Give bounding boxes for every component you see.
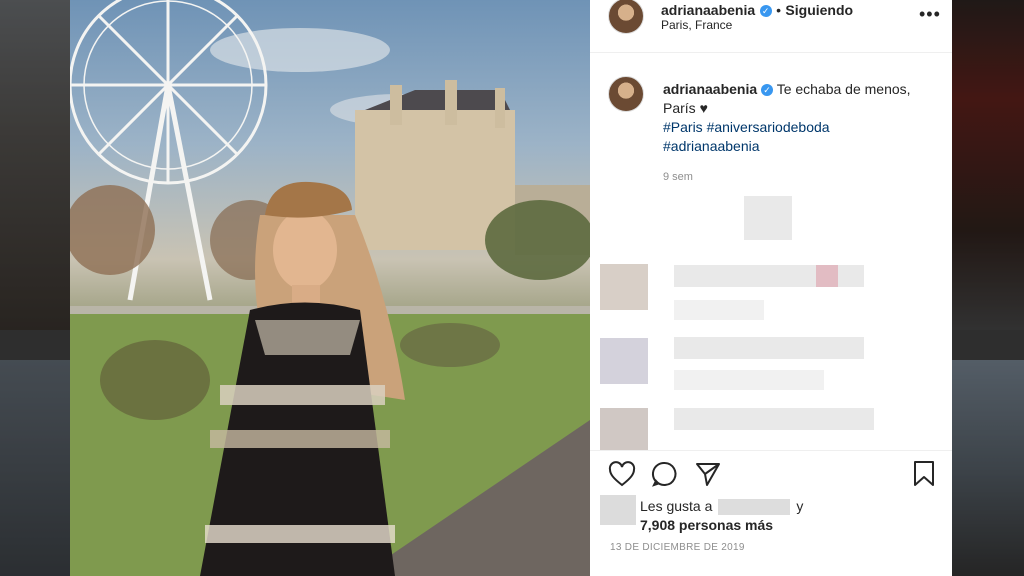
likes-and: y	[796, 498, 804, 514]
verified-badge-icon: ✓	[759, 4, 772, 17]
post-photo[interactable]	[70, 0, 590, 576]
hashtag-link[interactable]: #adrianaabenia	[663, 138, 760, 154]
verified-badge-icon: ✓	[761, 84, 774, 97]
caption: adrianaabenia ✓ Te echaba de menos, Parí…	[663, 80, 933, 156]
comment-avatar[interactable]	[600, 408, 648, 450]
hashtag-link[interactable]: #Paris	[663, 119, 703, 135]
comment-row	[674, 370, 824, 390]
bookmark-icon[interactable]	[912, 460, 936, 488]
likes-count[interactable]: 7,908 personas más	[640, 517, 773, 533]
comment-row	[674, 408, 874, 430]
likes-prefix: Les gusta a	[640, 498, 713, 514]
post-detail-panel: adrianaabenia ✓ • Siguiendo Paris, Franc…	[590, 0, 952, 576]
post-date: 13 DE DICIEMBRE DE 2019	[610, 542, 745, 553]
comment-row	[674, 300, 764, 320]
blurred-username	[718, 499, 791, 516]
location-link[interactable]: Paris, France	[661, 18, 732, 32]
liker-avatar[interactable]	[600, 495, 636, 525]
separator: •	[776, 2, 781, 18]
following-button[interactable]: Siguiendo	[785, 2, 853, 18]
action-bar	[590, 450, 952, 497]
blurred-content	[816, 265, 838, 287]
blurred-content	[744, 196, 792, 240]
avatar[interactable]	[608, 76, 644, 112]
likes-summary[interactable]: Les gusta a y 7,908 personas más	[640, 497, 803, 535]
comment-avatar[interactable]	[600, 264, 648, 310]
comment-row	[674, 337, 864, 359]
share-icon[interactable]	[694, 461, 722, 487]
hashtag-link[interactable]: #aniversariodeboda	[707, 119, 830, 135]
photo-illustration	[70, 0, 590, 576]
post-header: adrianaabenia ✓ • Siguiendo Paris, Franc…	[590, 0, 952, 53]
more-options-icon[interactable]: •••	[919, 4, 941, 25]
avatar[interactable]	[608, 0, 644, 34]
caption-time: 9 sem	[663, 171, 693, 183]
comment-icon[interactable]	[651, 461, 679, 487]
comment-avatar[interactable]	[600, 338, 648, 384]
caption-username[interactable]: adrianaabenia	[663, 81, 757, 97]
heart-icon[interactable]	[608, 461, 636, 487]
username-link[interactable]: adrianaabenia	[661, 2, 755, 18]
